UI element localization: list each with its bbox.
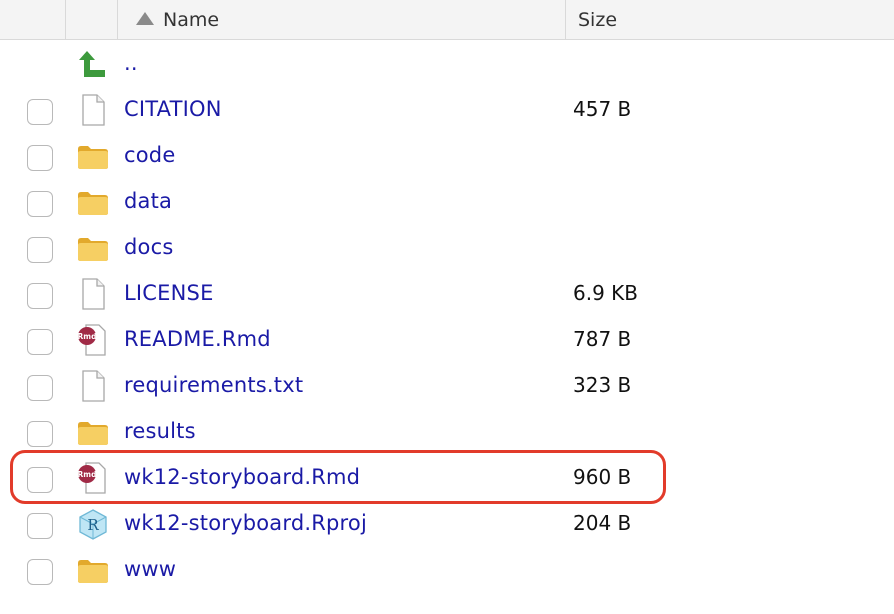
file-row: results — [0, 409, 894, 455]
size-column-header[interactable]: Size — [566, 0, 894, 39]
row-checkbox[interactable] — [27, 421, 53, 447]
row-checkbox[interactable] — [27, 237, 53, 263]
file-name-link[interactable]: README.Rmd — [124, 327, 271, 351]
file-name-link[interactable]: docs — [124, 235, 173, 259]
file-row: Rwk12-storyboard.Rproj 204 B — [0, 501, 894, 547]
name-column-label: Name — [163, 8, 220, 31]
folder-icon — [77, 416, 109, 448]
file-row: docs — [0, 225, 894, 271]
file-row: requirements.txt 323 B — [0, 363, 894, 409]
row-checkbox[interactable] — [27, 99, 53, 125]
file-row: Rmd README.Rmd 787 B — [0, 317, 894, 363]
row-checkbox[interactable] — [27, 559, 53, 585]
parent-directory-row: .. — [0, 41, 894, 87]
file-name-link[interactable]: results — [124, 419, 196, 443]
file-name-link[interactable]: requirements.txt — [124, 373, 303, 397]
rproj-file-icon: R — [77, 508, 109, 540]
file-browser-pane: Name Size .. CITATION 457 B code data docs LIC… — [0, 0, 894, 614]
file-name-link[interactable]: www — [124, 557, 176, 581]
file-icon — [77, 94, 109, 126]
row-checkbox[interactable] — [27, 145, 53, 171]
folder-icon — [77, 554, 109, 586]
row-checkbox[interactable] — [27, 329, 53, 355]
header-checkbox-column — [0, 0, 66, 39]
header-icon-column — [66, 0, 118, 39]
up-arrow-icon — [77, 48, 109, 80]
file-name-link[interactable]: .. — [124, 51, 138, 75]
file-list-header: Name Size — [0, 0, 894, 40]
file-size: 204 B — [573, 511, 632, 535]
file-row: code — [0, 133, 894, 179]
folder-icon — [77, 186, 109, 218]
folder-icon — [77, 232, 109, 264]
sort-ascending-icon — [136, 12, 154, 25]
file-row: LICENSE 6.9 KB — [0, 271, 894, 317]
file-name-link[interactable]: code — [124, 143, 175, 167]
file-size: 457 B — [573, 97, 632, 121]
file-name-link[interactable]: wk12-storyboard.Rproj — [124, 511, 367, 535]
row-checkbox[interactable] — [27, 375, 53, 401]
file-size: 787 B — [573, 327, 632, 351]
row-checkbox[interactable] — [27, 513, 53, 539]
file-name-link[interactable]: CITATION — [124, 97, 222, 121]
svg-text:Rmd: Rmd — [78, 332, 97, 341]
folder-icon — [77, 140, 109, 172]
file-size: 6.9 KB — [573, 281, 638, 305]
name-column-header[interactable]: Name — [118, 0, 566, 39]
rmd-file-icon: Rmd — [77, 324, 109, 356]
file-row: data — [0, 179, 894, 225]
size-column-label: Size — [578, 8, 618, 31]
svg-text:R: R — [87, 516, 99, 534]
file-name-link[interactable]: LICENSE — [124, 281, 214, 305]
file-row: CITATION 457 B — [0, 87, 894, 133]
row-checkbox[interactable] — [27, 191, 53, 217]
file-icon — [77, 370, 109, 402]
row-checkbox[interactable] — [27, 283, 53, 309]
highlight-annotation — [10, 450, 666, 504]
file-name-link[interactable]: data — [124, 189, 172, 213]
file-row: www — [0, 547, 894, 593]
file-size: 323 B — [573, 373, 632, 397]
file-icon — [77, 278, 109, 310]
